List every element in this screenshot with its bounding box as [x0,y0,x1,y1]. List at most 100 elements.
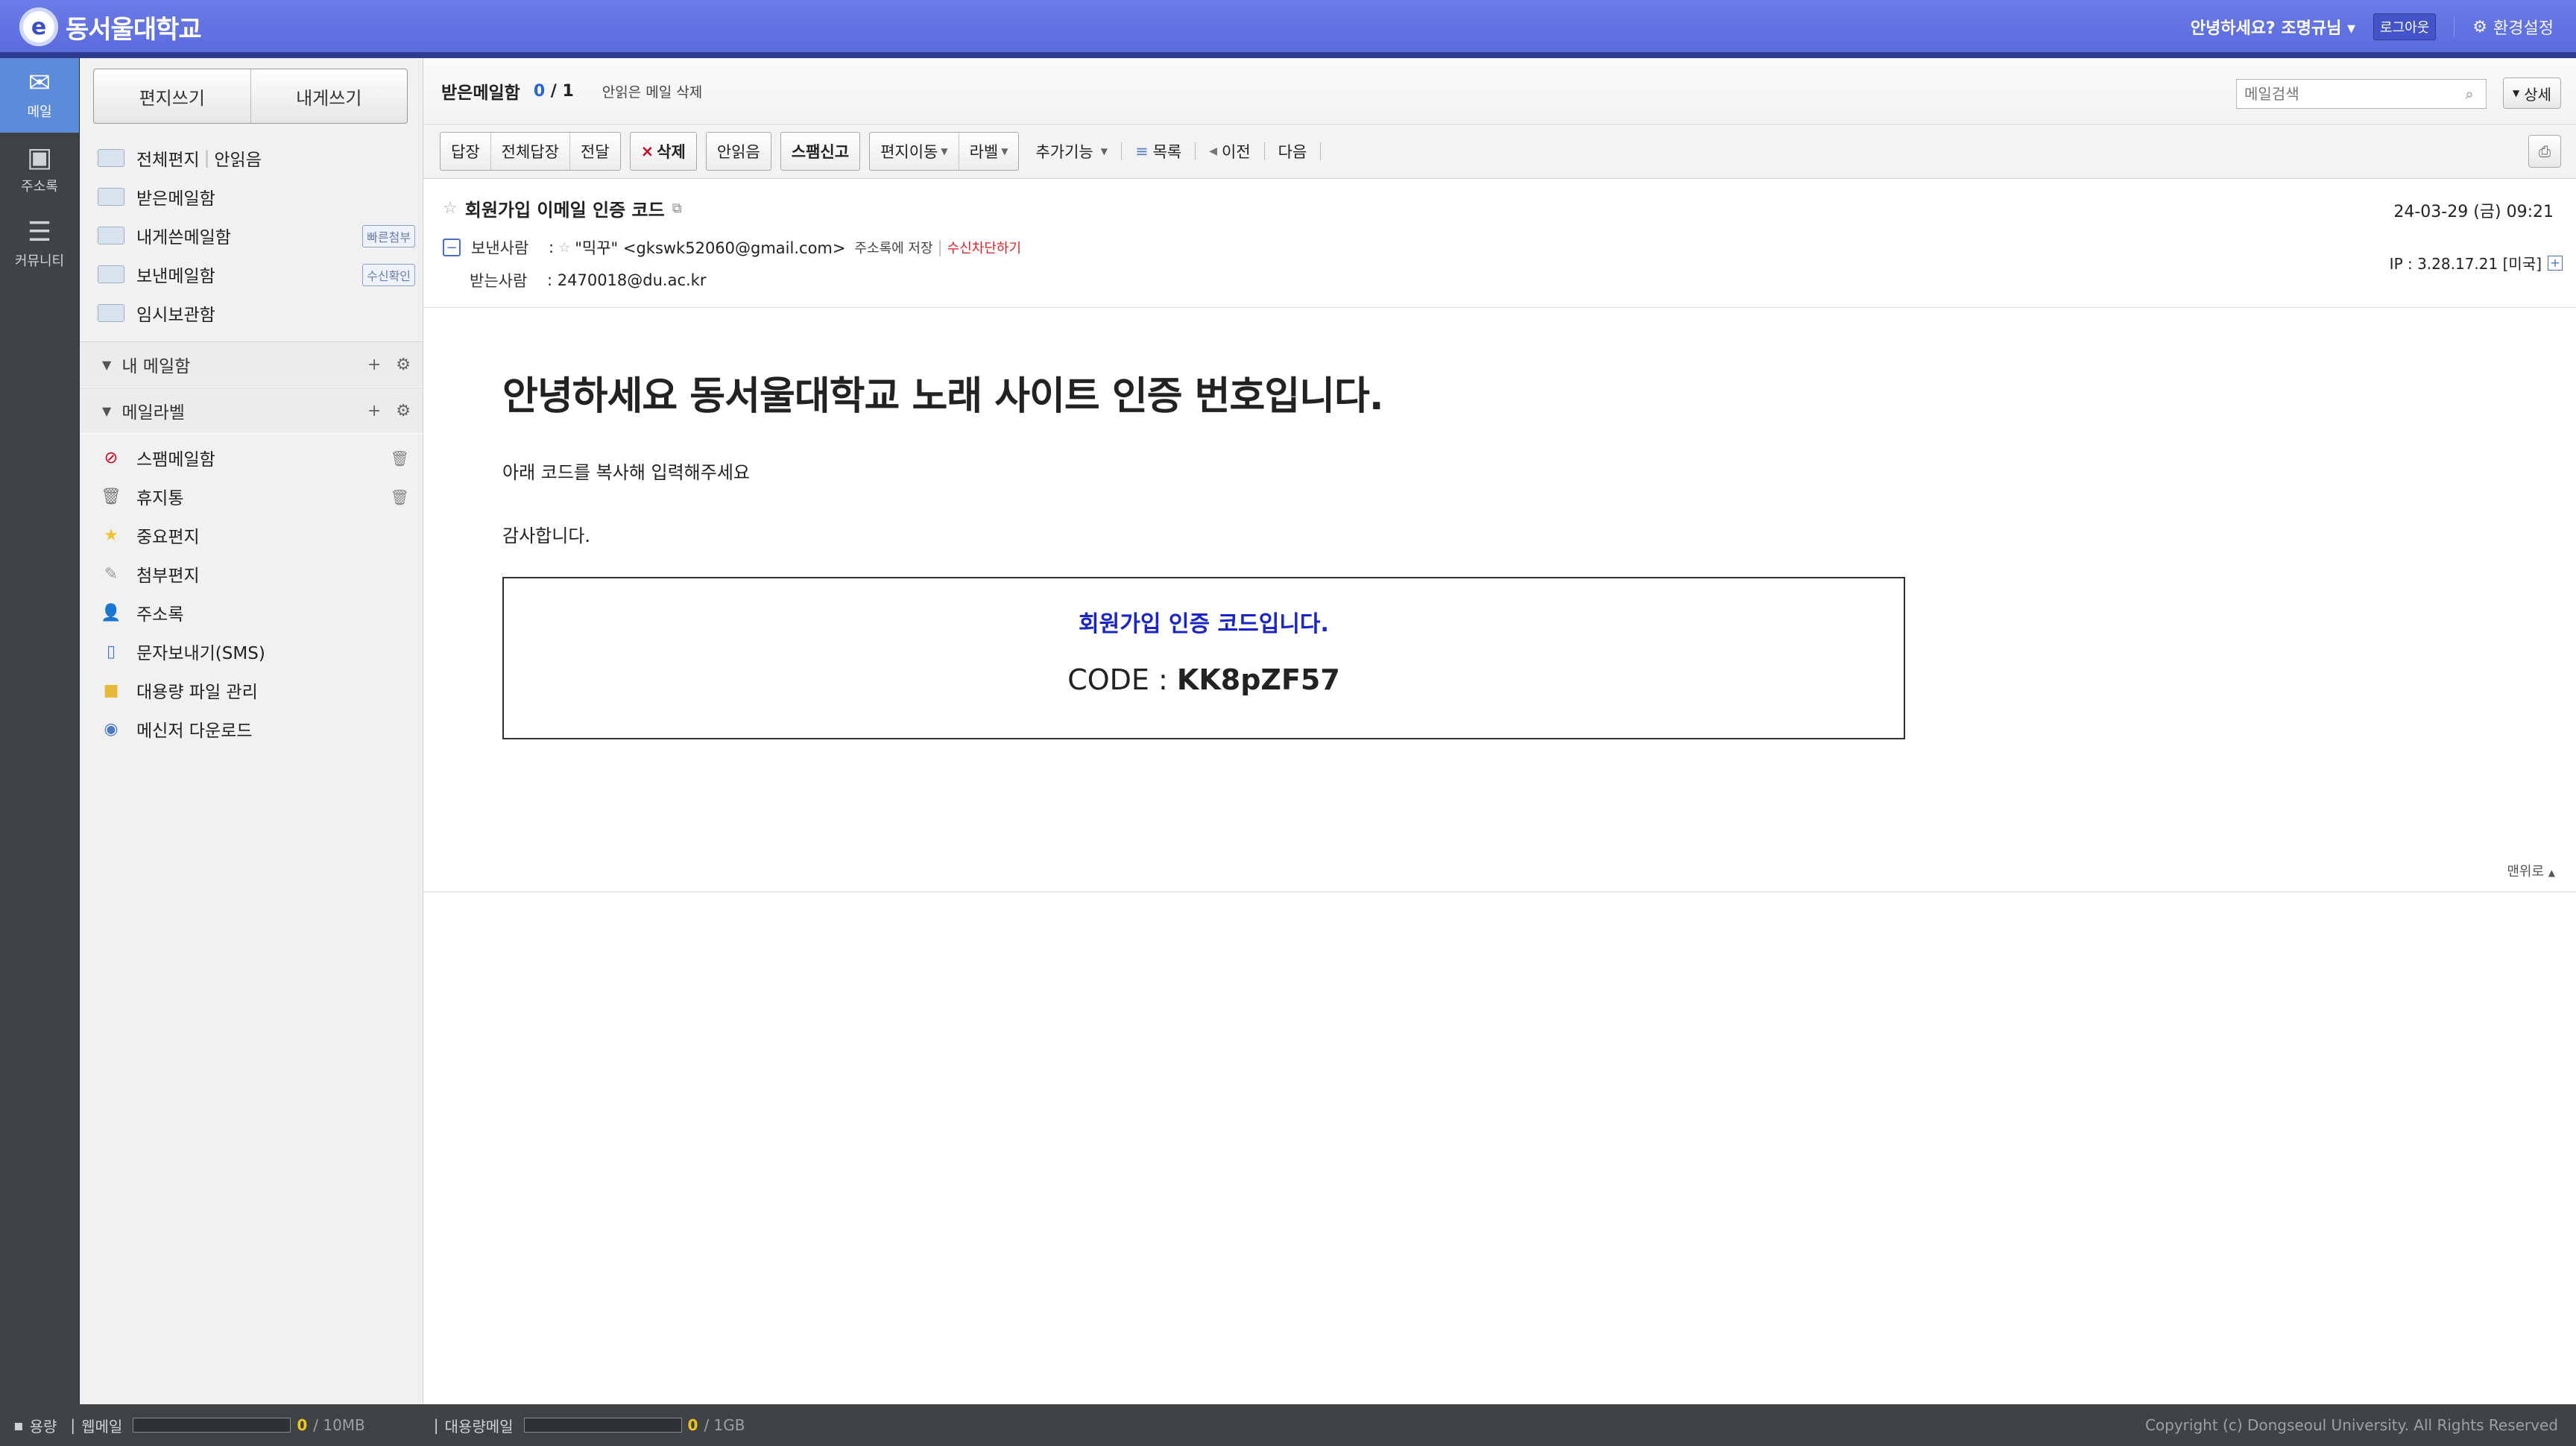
rail-mail[interactable]: ✉ 메일 [0,58,79,133]
folder-spam-label: 스팸메일함 [136,450,215,470]
inbox-icon [98,188,124,206]
user-greeting[interactable]: 안녕하세요? 조명규님 ▾ [2191,15,2355,39]
logout-button[interactable]: 로그아웃 [2373,13,2437,40]
search-icon[interactable]: ⌕ [2455,80,2484,108]
total-count: 1 [562,81,574,101]
mail-date: 24-03-29 (금) 09:21 [2393,203,2554,221]
folder-all-label: 전체편지 [136,151,200,170]
forward-button[interactable]: 전달 [569,133,620,170]
rail-community[interactable]: ☰ 커뮤니티 [0,207,79,282]
back-to-top-label: 맨위로 [2507,864,2545,880]
folder-messenger[interactable]: ◉ 메신저 다운로드 [80,710,423,748]
gear-icon[interactable]: ⚙ [396,356,411,374]
copyright: Copyright (c) Dongseoul University. All … [2144,1416,2558,1434]
webmail-usage-bar [133,1418,291,1433]
folder-address-book[interactable]: 👤 주소록 [80,593,423,632]
block-sender-link[interactable]: 수신차단하기 [947,238,1021,257]
close-icon: × [640,142,654,160]
star-icon: ★ [104,525,119,545]
triangle-down-icon: ▼ [102,403,112,418]
settings-button[interactable]: ⚙ 환경설정 [2472,15,2554,39]
detail-label: 상세 [2524,85,2551,104]
rail-mail-label: 메일 [27,104,52,120]
quota-text: 용량 [29,1417,57,1436]
move-button[interactable]: 편지이동 ▼ [870,133,959,170]
folder-inbox[interactable]: 받은메일함 [80,177,423,216]
logo[interactable]: e 동서울대학교 [19,7,202,46]
collapse-icon[interactable]: − [443,239,461,256]
folder-large-files[interactable]: ■ 대용량 파일 관리 [80,671,423,710]
mark-unread-button[interactable]: 안읽음 [707,133,771,170]
mail-icon: ✉ [28,68,51,98]
quick-attach-button[interactable]: 빠른첨부 [362,225,415,247]
folder-all[interactable]: 전체편지 | 안읽음 [80,139,423,177]
next-button[interactable]: 다음 [1278,140,1307,162]
folder-self[interactable]: 내게쓴메일함 빠른첨부 [80,216,423,255]
divider [2454,17,2455,37]
bullet-icon: ▪ [13,1416,24,1434]
folder-icon: ■ [103,681,119,700]
back-to-top-link[interactable]: 맨위로 ▲ [2507,861,2555,880]
rail-contacts[interactable]: ▣ 주소록 [0,133,79,207]
expand-icon[interactable]: + [2548,255,2563,271]
section-labels[interactable]: ▼ 메일라벨 + ⚙ [80,388,423,434]
code-value: KK8pZF57 [1176,663,1340,696]
section-labels-label: 메일라벨 [121,403,185,423]
add-icon[interactable]: + [367,356,381,374]
add-icon[interactable]: + [367,402,381,420]
all-mail-icon [98,149,124,167]
mail-body: 안녕하세요 동서울대학교 노래 사이트 인증 번호입니다. 아래 코드를 복사해… [423,364,2576,739]
prev-button[interactable]: ◀ 이전 [1209,140,1250,162]
delete-unread-link[interactable]: 안읽은 메일 삭제 [602,81,702,101]
self-compose-button[interactable]: 내게쓰기 [250,69,408,123]
empty-trash-icon[interactable]: 🗑 [391,449,409,467]
compose-button[interactable]: 편지쓰기 [94,69,250,123]
label-button[interactable]: 라벨 ▼ [958,133,1019,170]
delete-button[interactable]: × 삭제 [631,133,696,170]
read-receipt-button[interactable]: 수신확인 [362,264,415,286]
folder-spam[interactable]: ⊘ 스팸메일함 🗑 [80,438,423,477]
empty-trash-icon[interactable]: 🗑 [391,488,409,506]
divider: | [70,1416,76,1434]
search-input[interactable] [2237,84,2455,104]
divider: | [203,148,210,168]
folder-drafts[interactable]: 임시보관함 [80,294,423,332]
folder-unread-link[interactable]: 안읽음 [214,145,261,171]
folder-trash[interactable]: 🗑 휴지통 🗑 [80,477,423,516]
sender-address[interactable]: "믹꾸" <gkswk52060@gmail.com> [575,236,845,259]
folder-attachments[interactable]: ✎ 첨부편지 [80,555,423,593]
star-outline-icon[interactable]: ☆ [558,240,570,256]
unread-count: 0 [533,81,546,101]
move-label: 편지이동 [880,143,938,161]
folder-sent[interactable]: 보낸메일함 수신확인 [80,255,423,294]
detail-search-button[interactable]: ▼ 상세 [2502,78,2561,109]
bigmail-used: 0 [687,1416,698,1434]
bigmail-usage-bar [523,1418,682,1433]
verification-code-box: 회원가입 인증 코드입니다. CODE : KK8pZF57 [502,577,1905,739]
settings-label: 환경설정 [2493,19,2554,38]
app-title: 동서울대학교 [66,14,202,45]
folder-trash-label: 휴지통 [136,489,184,508]
sender-row: − 보낸사람 : ☆ "믹꾸" <gkswk52060@gmail.com> 주… [443,236,2576,259]
list-button[interactable]: ≡ 목록 [1135,140,1181,162]
folder-starred[interactable]: ★ 중요편지 [80,516,423,555]
code-label: CODE : [1067,663,1177,696]
user-greeting-text: 안녕하세요? 조명규님 [2190,19,2342,38]
print-icon[interactable]: ⎙ [2528,135,2561,168]
section-my-mailbox[interactable]: ▼ 내 메일함 + ⚙ [80,341,423,388]
popout-icon[interactable]: ⧉ [672,201,682,216]
save-address-link[interactable]: 주소록에 저장 [854,238,932,257]
folder-sms[interactable]: ▯ 문자보내기(SMS) [80,632,423,671]
mail-paragraph-2: 감사합니다. [502,525,591,546]
star-outline-icon[interactable]: ☆ [443,199,458,218]
mail-header: ☆ 회원가입 이메일 인증 코드 ⧉ 24-03-29 (금) 09:21 − … [423,179,2576,308]
reply-all-button[interactable]: 전체답장 [490,133,569,170]
spam-report-button[interactable]: 스팸신고 [781,133,859,170]
section-my-mailbox-label: 내 메일함 [121,357,191,376]
more-functions-button[interactable]: 추가기능 ▼ [1035,140,1108,162]
chevron-down-icon: ▼ [1001,146,1008,157]
gear-icon[interactable]: ⚙ [396,402,411,420]
reply-button[interactable]: 답장 [441,133,490,170]
status-footer: ▪ 용량 | 웹메일 0 / 10MB | 대용량메일 0 / 1GB Copyr… [0,1404,2576,1446]
university-logo-icon: e [19,7,58,46]
